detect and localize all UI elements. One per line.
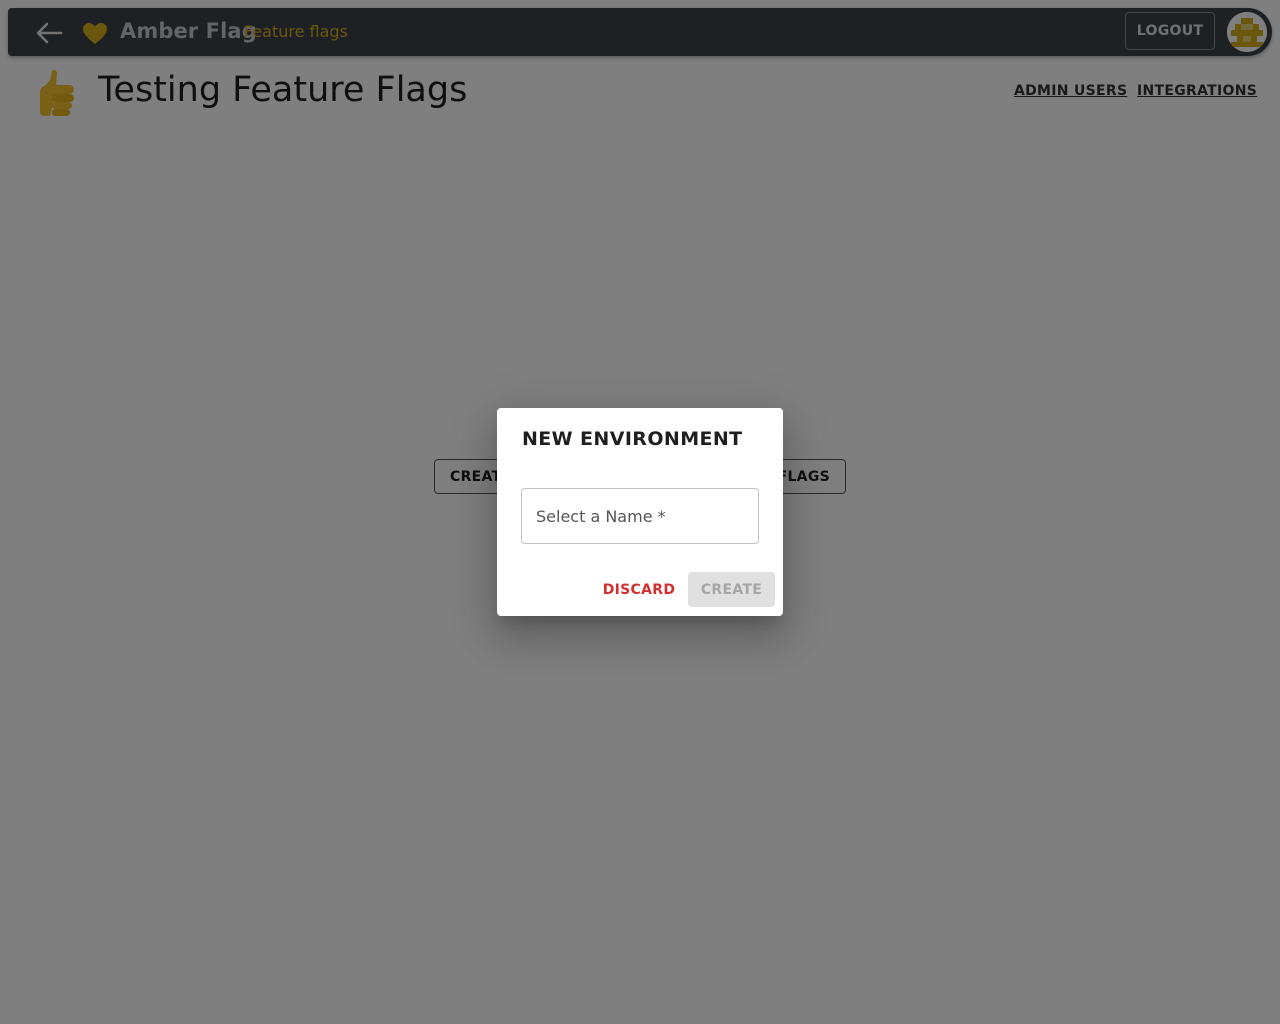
new-environment-dialog: NEW ENVIRONMENT Select a Name * DISCARD … [497,408,783,616]
name-field[interactable]: Select a Name * [521,488,759,544]
create-button[interactable]: CREATE [688,572,775,607]
discard-button[interactable]: DISCARD [597,572,681,608]
page: Amber Flag Feature flags LOGOUT Testin [0,0,1280,1024]
name-input[interactable] [522,489,758,543]
dialog-title: NEW ENVIRONMENT [522,428,743,450]
